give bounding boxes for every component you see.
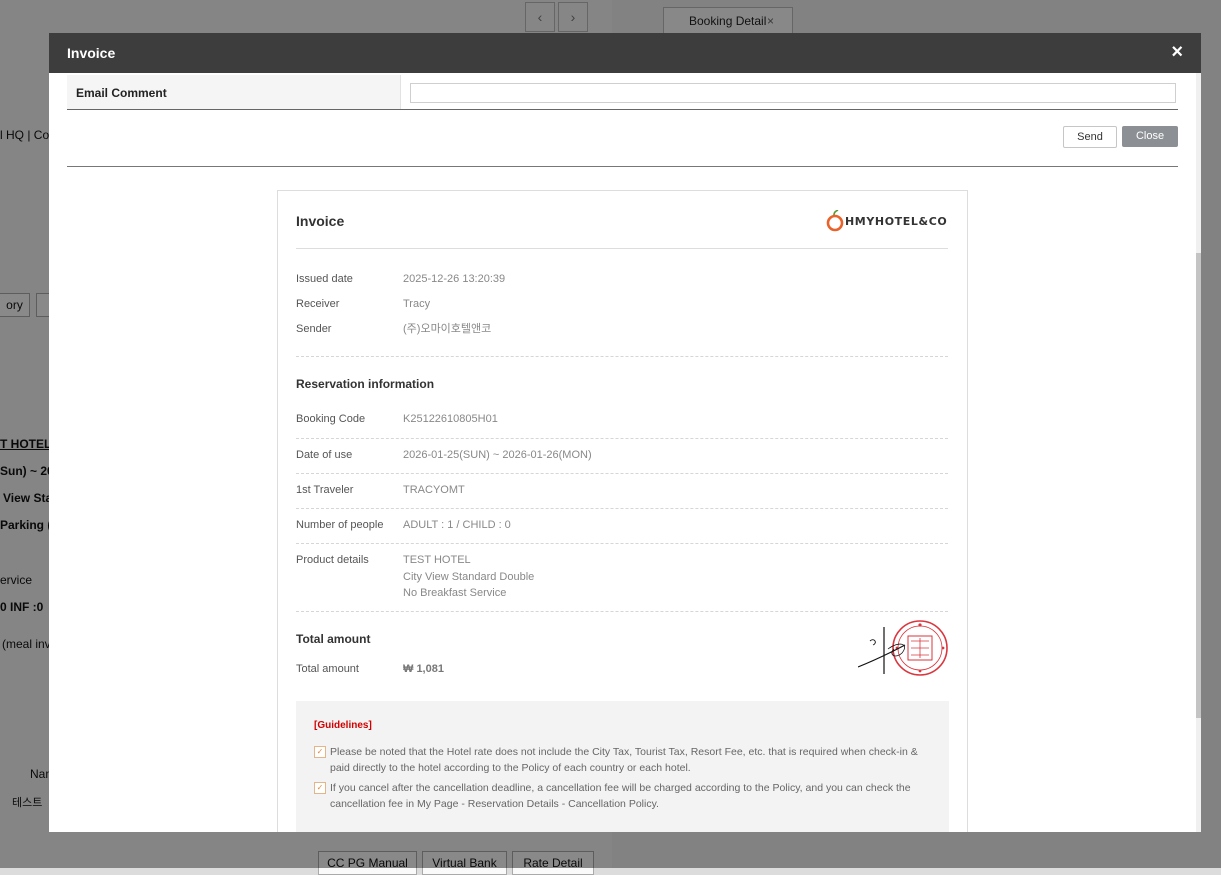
receiver-value: Tracy xyxy=(403,298,431,310)
guideline-text: If you cancel after the cancellation dea… xyxy=(330,782,911,810)
date-of-use-value: 2026-01-25(SUN) ~ 2026-01-26(MON) xyxy=(403,449,592,461)
sender-label: Sender xyxy=(296,323,332,335)
send-button[interactable]: Send xyxy=(1063,126,1117,148)
total-amount-value: ₩ 1,081 xyxy=(403,663,444,675)
company-seal-stamp-icon xyxy=(858,620,948,676)
orange-logo-icon xyxy=(826,210,844,232)
guidelines-title: [Guidelines] xyxy=(314,720,372,731)
receiver-label: Receiver xyxy=(296,298,340,310)
divider xyxy=(296,438,948,439)
first-traveler-value: TRACYOMT xyxy=(403,484,465,496)
checkbox-checked-icon: ✓ xyxy=(314,782,326,794)
issued-date-value: 2025-12-26 13:20:39 xyxy=(403,273,506,285)
invoice-title: Invoice xyxy=(296,213,345,229)
product-details-line: No Breakfast Service xyxy=(403,587,507,599)
checkbox-checked-icon: ✓ xyxy=(314,746,326,758)
issued-date-label: Issued date xyxy=(296,273,353,285)
product-details-line: TEST HOTEL xyxy=(403,554,471,566)
number-of-people-label: Number of people xyxy=(296,519,384,531)
email-comment-label: Email Comment xyxy=(76,86,167,100)
first-traveler-label: 1st Traveler xyxy=(296,484,354,496)
divider xyxy=(296,543,948,544)
total-amount-label: Total amount xyxy=(296,663,359,675)
invoice-modal: Invoice × Email Comment Send Close Invoi… xyxy=(49,33,1201,832)
divider xyxy=(296,248,948,249)
modal-title: Invoice xyxy=(67,45,116,61)
invoice-card: Invoice HMYHOTEL&CO Issued date 2025-12-… xyxy=(277,190,968,832)
guideline-text: Please be noted that the Hotel rate does… xyxy=(330,746,918,774)
reservation-section-title: Reservation information xyxy=(296,377,435,391)
email-comment-label-cell: Email Comment xyxy=(67,75,401,109)
divider xyxy=(296,611,948,612)
total-section-title: Total amount xyxy=(296,632,371,646)
email-comment-input[interactable] xyxy=(410,83,1176,103)
product-details-line: City View Standard Double xyxy=(403,570,535,583)
divider xyxy=(67,166,1178,167)
brand-logo: HMYHOTEL&CO xyxy=(826,210,950,232)
booking-code-value: K25122610805H01 xyxy=(403,413,498,425)
date-of-use-label: Date of use xyxy=(296,449,353,461)
close-icon[interactable]: × xyxy=(1171,41,1183,64)
email-comment-row: Email Comment xyxy=(67,75,1178,110)
divider xyxy=(296,356,948,357)
modal-header: Invoice × xyxy=(49,33,1201,73)
divider xyxy=(296,473,948,474)
guidelines-box: [Guidelines] ✓ Please be noted that the … xyxy=(296,701,949,832)
divider xyxy=(296,508,948,509)
logo-text: HMYHOTEL&CO xyxy=(845,215,948,228)
scrollbar-thumb[interactable] xyxy=(1196,253,1201,718)
product-details-label: Product details xyxy=(296,554,369,566)
sender-value: (주)오마이호텔앤코 xyxy=(403,323,492,335)
close-button[interactable]: Close xyxy=(1122,126,1178,147)
number-of-people-value: ADULT : 1 / CHILD : 0 xyxy=(403,519,511,531)
booking-code-label: Booking Code xyxy=(296,413,366,425)
